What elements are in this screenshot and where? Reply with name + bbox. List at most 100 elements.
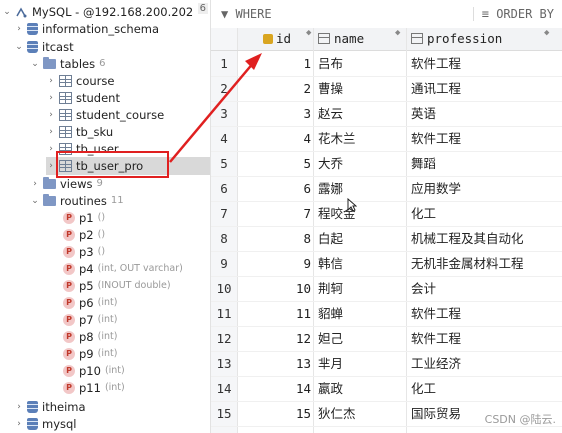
- routine-item[interactable]: P p6 (int): [60, 294, 117, 312]
- cell-name[interactable]: 赵云: [318, 101, 343, 126]
- tree-item-information-schema[interactable]: › information_schema: [14, 20, 159, 38]
- sort-icon[interactable]: ◆: [395, 28, 400, 38]
- cell-profession[interactable]: 英语: [411, 101, 436, 126]
- tree-item-student-course[interactable]: › student_course: [46, 106, 164, 124]
- cell-name[interactable]: 貂蝉: [318, 301, 343, 326]
- cell-name[interactable]: 韩信: [318, 251, 343, 276]
- table-row[interactable]: 4 4 花木兰 软件工程: [211, 126, 562, 152]
- cell-id[interactable]: 8: [267, 226, 311, 251]
- routine-item[interactable]: P p7 (int): [60, 311, 117, 329]
- routine-item[interactable]: P p2 (): [60, 226, 105, 244]
- row-number[interactable]: 9: [211, 251, 237, 276]
- chevron-right-icon[interactable]: ›: [46, 157, 56, 175]
- routine-item[interactable]: P p4 (int, OUT varchar): [60, 260, 183, 278]
- sort-icon[interactable]: ◆: [306, 28, 311, 38]
- cell-id[interactable]: 15: [267, 401, 311, 426]
- chevron-right-icon[interactable]: ›: [46, 140, 56, 158]
- routine-item[interactable]: P p11 (int): [60, 379, 125, 397]
- table-row[interactable]: 5 5 大乔 舞蹈: [211, 151, 562, 177]
- table-row[interactable]: 1 1 吕布 软件工程: [211, 51, 562, 77]
- cell-id[interactable]: 6: [267, 176, 311, 201]
- routine-item[interactable]: P p10 (int): [60, 362, 125, 380]
- cell-profession[interactable]: 软件工程: [411, 126, 461, 151]
- cell-id[interactable]: 10: [267, 276, 311, 301]
- cell-id[interactable]: 5: [267, 151, 311, 176]
- table-row[interactable]: 11 11 貂蝉 软件工程: [211, 301, 562, 327]
- routine-item[interactable]: P p1 (): [60, 209, 105, 227]
- cell-id[interactable]: 9: [267, 251, 311, 276]
- cell-id[interactable]: 3: [267, 101, 311, 126]
- cell-profession[interactable]: 软件工程: [411, 301, 461, 326]
- table-row[interactable]: 13 13 芈月 工业经济: [211, 351, 562, 377]
- cell-id[interactable]: 12: [267, 326, 311, 351]
- tree-item-student[interactable]: › student: [46, 89, 120, 107]
- table-row[interactable]: 9 9 韩信 无机非金属材料工程: [211, 251, 562, 277]
- chevron-down-icon[interactable]: ⌄: [30, 55, 40, 73]
- cell-id[interactable]: 13: [267, 351, 311, 376]
- cell-name[interactable]: 狄仁杰: [318, 401, 356, 426]
- row-number[interactable]: 12: [211, 326, 237, 351]
- row-number[interactable]: 4: [211, 126, 237, 151]
- cell-profession[interactable]: 无机非金属材料工程: [411, 251, 524, 276]
- tree-item-mysql[interactable]: › mysql: [14, 415, 76, 433]
- tree-item-itheima[interactable]: › itheima: [14, 398, 85, 416]
- tree-item-tb-sku[interactable]: › tb_sku: [46, 123, 113, 141]
- tree-item-views[interactable]: › views 9: [30, 175, 103, 193]
- routine-item[interactable]: P p5 (INOUT double): [60, 277, 171, 295]
- row-number[interactable]: 11: [211, 301, 237, 326]
- cell-name[interactable]: 妲己: [318, 326, 343, 351]
- row-number[interactable]: 1: [211, 51, 237, 76]
- chevron-right-icon[interactable]: ›: [14, 20, 24, 38]
- cell-profession[interactable]: 化工: [411, 376, 436, 401]
- table-row[interactable]: 7 7 程咬金 化工: [211, 201, 562, 227]
- where-filter[interactable]: ▼ WHERE: [221, 7, 272, 21]
- chevron-down-icon[interactable]: ⌄: [2, 3, 12, 21]
- table-row[interactable]: 10 10 荆轲 会计: [211, 276, 562, 302]
- chevron-right-icon[interactable]: ›: [46, 106, 56, 124]
- row-number[interactable]: 2: [211, 76, 237, 101]
- cell-profession[interactable]: 会计: [411, 276, 436, 301]
- cell-id[interactable]: 11: [267, 301, 311, 326]
- cell-name[interactable]: 嬴政: [318, 376, 343, 401]
- row-number[interactable]: 14: [211, 376, 237, 401]
- table-row[interactable]: 6 6 露娜 应用数学: [211, 176, 562, 202]
- cell-profession[interactable]: 国际贸易: [411, 401, 461, 426]
- chevron-right-icon[interactable]: ›: [46, 89, 56, 107]
- chevron-right-icon[interactable]: ›: [46, 123, 56, 141]
- chevron-right-icon[interactable]: ›: [46, 72, 56, 90]
- cell-name[interactable]: 吕布: [318, 51, 343, 76]
- column-header-id[interactable]: id: [263, 28, 291, 50]
- cell-profession[interactable]: 应用数学: [411, 176, 461, 201]
- cell-profession[interactable]: 工业经济: [411, 351, 461, 376]
- cell-id[interactable]: 14: [267, 376, 311, 401]
- cell-profession[interactable]: 软件工程: [411, 51, 461, 76]
- routine-item[interactable]: P p8 (int): [60, 328, 117, 346]
- row-number[interactable]: 10: [211, 276, 237, 301]
- cell-name[interactable]: 曹操: [318, 76, 343, 101]
- table-row[interactable]: 2 2 曹操 通讯工程: [211, 76, 562, 102]
- chevron-right-icon[interactable]: ›: [14, 398, 24, 416]
- row-number[interactable]: 5: [211, 151, 237, 176]
- tree-item-itcast[interactable]: ⌄ itcast: [14, 38, 73, 56]
- chevron-down-icon[interactable]: ⌄: [14, 38, 24, 56]
- tree-item-course[interactable]: › course: [46, 72, 114, 90]
- cell-name[interactable]: 花木兰: [318, 126, 356, 151]
- row-number[interactable]: 3: [211, 101, 237, 126]
- cell-name[interactable]: 大乔: [318, 151, 343, 176]
- tree-item-tb-user-pro[interactable]: › tb_user_pro: [46, 157, 210, 175]
- table-row[interactable]: 12 12 妲己 软件工程: [211, 326, 562, 352]
- row-number[interactable]: 7: [211, 201, 237, 226]
- column-header-profession[interactable]: profession: [411, 28, 502, 50]
- cell-profession[interactable]: 化工: [411, 201, 436, 226]
- cell-profession[interactable]: 机械工程及其自动化: [411, 226, 524, 251]
- cell-profession[interactable]: 舞蹈: [411, 151, 436, 176]
- order-by-filter[interactable]: ≡ ORDER BY: [472, 7, 554, 21]
- cell-name[interactable]: 芈月: [318, 351, 343, 376]
- cell-name[interactable]: 荆轲: [318, 276, 343, 301]
- routine-item[interactable]: P p9 (int): [60, 345, 117, 363]
- row-number[interactable]: 13: [211, 351, 237, 376]
- chevron-down-icon[interactable]: ⌄: [30, 192, 40, 210]
- cell-profession[interactable]: 通讯工程: [411, 76, 461, 101]
- routine-item[interactable]: P p3 (): [60, 243, 105, 261]
- cell-name[interactable]: 白起: [318, 226, 343, 251]
